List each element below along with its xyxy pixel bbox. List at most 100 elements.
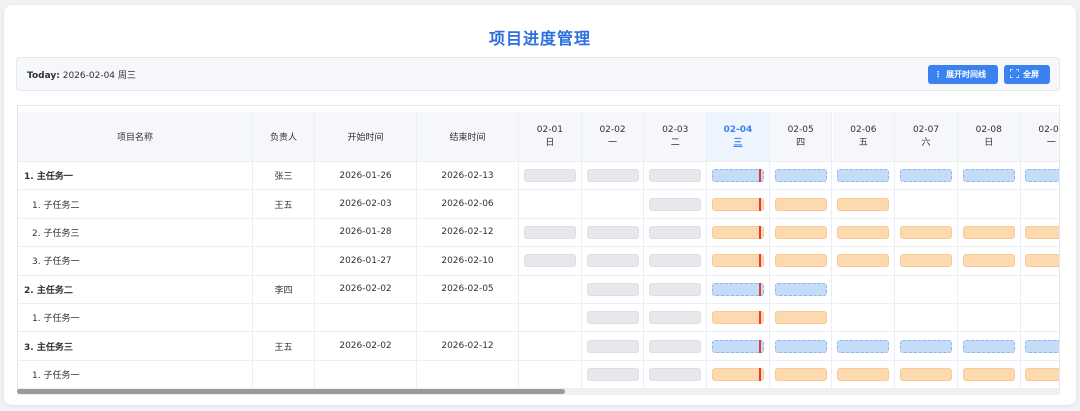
today-label: Today: [27, 71, 60, 81]
table-row[interactable]: 2. 子任务三 2026-01-28 2026-02-12 [18, 218, 1059, 248]
gantt-bar-segment[interactable] [774, 282, 827, 296]
timeline-cell [957, 162, 1021, 191]
gantt-bar-segment[interactable] [1025, 225, 1059, 239]
timeline-cell [895, 218, 958, 248]
column-header-name: 项目名称 [18, 112, 253, 162]
timeline-cell [519, 275, 582, 304]
gantt-bar-segment[interactable] [1025, 339, 1059, 353]
timeline-cell [1020, 332, 1059, 361]
expand-timeline-button[interactable]: ⋮ 展开时间线 [928, 65, 998, 84]
day-date: 02-08 [975, 124, 1002, 135]
gantt-bar-segment[interactable] [649, 225, 702, 239]
gantt-bar-segment[interactable] [774, 311, 827, 325]
task-start: 2026-01-28 [315, 218, 417, 248]
task-owner: 李四 [253, 275, 315, 304]
scrollbar-thumb[interactable] [17, 389, 565, 394]
gantt-bar-segment[interactable] [900, 339, 953, 353]
gantt-bar-segment[interactable] [900, 169, 953, 183]
gantt-bar-segment[interactable] [962, 169, 1015, 183]
day-date: 02-03 [662, 124, 689, 135]
gantt-bar-segment[interactable] [900, 225, 953, 239]
day-date: 02-01 [536, 124, 563, 135]
today-marker [758, 339, 761, 353]
column-header-day: 02-06 五 [832, 112, 896, 162]
gantt-bar-segment[interactable] [711, 339, 764, 353]
gantt-bar-segment[interactable] [711, 225, 764, 239]
column-header-day: 02-01 日 [519, 112, 582, 162]
gantt-bar-segment[interactable] [900, 254, 953, 268]
table-row[interactable]: 3. 主任务三 王五 2026-02-02 2026-02-12 [18, 332, 1059, 361]
gantt-bar-segment[interactable] [837, 169, 890, 183]
task-owner [253, 218, 315, 248]
timeline-cell [769, 247, 833, 276]
day-weekday: 一 [1046, 137, 1056, 148]
gantt-bar-segment[interactable] [586, 254, 639, 268]
gantt-bar-segment[interactable] [711, 197, 764, 211]
gantt-bar-segment[interactable] [523, 225, 576, 239]
gantt-bar-segment[interactable] [837, 197, 890, 211]
gantt-bar-segment[interactable] [837, 254, 890, 268]
gantt-bar-segment[interactable] [649, 339, 702, 353]
gantt-bar-segment[interactable] [1025, 254, 1059, 268]
gantt-bar-segment[interactable] [962, 225, 1015, 239]
gantt-bar-segment[interactable] [711, 282, 764, 296]
gantt-bar-segment[interactable] [649, 367, 702, 381]
timeline-cell [832, 247, 896, 276]
table-row[interactable]: 1. 主任务一 张三 2026-01-26 2026-02-13 [18, 162, 1059, 191]
task-end: 2026-02-12 [417, 332, 519, 361]
fullscreen-button[interactable]: 全屏 [1004, 65, 1050, 84]
gantt-bar-segment[interactable] [837, 225, 890, 239]
gantt-bar-segment[interactable] [837, 367, 890, 381]
gantt-bar-segment[interactable] [774, 169, 827, 183]
gantt-bar-segment[interactable] [649, 254, 702, 268]
table-row[interactable]: 1. 子任务一 [18, 304, 1059, 333]
gantt-bar-segment[interactable] [523, 169, 576, 183]
timeline-cell [832, 162, 896, 191]
gantt-bar-segment[interactable] [1025, 169, 1059, 183]
gantt-bar-segment[interactable] [586, 367, 639, 381]
timeline-cell [581, 190, 645, 219]
column-header-day: 02-02 一 [581, 112, 645, 162]
gantt-bar-segment[interactable] [586, 225, 639, 239]
gantt-bar-segment[interactable] [711, 169, 764, 183]
timeline-cell [644, 162, 708, 191]
gantt-bar-segment[interactable] [711, 367, 764, 381]
gantt-bar-segment[interactable] [962, 367, 1015, 381]
table-row[interactable]: 2. 主任务二 李四 2026-02-02 2026-02-05 [18, 275, 1059, 304]
timeline-cell [1020, 162, 1059, 191]
gantt-bar-segment[interactable] [962, 339, 1015, 353]
task-start: 2026-02-02 [315, 275, 417, 304]
gantt-bar-segment[interactable] [586, 282, 639, 296]
gantt-bar-segment[interactable] [774, 225, 827, 239]
gantt-bar-segment[interactable] [586, 169, 639, 183]
timeline-cell [957, 190, 1021, 219]
gantt-bar-segment[interactable] [774, 339, 827, 353]
gantt-bar-segment[interactable] [962, 254, 1015, 268]
column-header-day: 02-08 日 [957, 112, 1021, 162]
gantt-bar-segment[interactable] [774, 197, 827, 211]
timeline-cell [895, 190, 958, 219]
table-row[interactable]: 3. 子任务一 2026-01-27 2026-02-10 [18, 247, 1059, 276]
gantt-bar-segment[interactable] [523, 254, 576, 268]
gantt-bar-segment[interactable] [711, 311, 764, 325]
gantt-bar-segment[interactable] [774, 367, 827, 381]
day-date: 02-07 [912, 124, 940, 135]
gantt-bar-segment[interactable] [837, 339, 890, 353]
gantt-bar-segment[interactable] [900, 367, 953, 381]
timeline-cell [1020, 247, 1059, 276]
gantt-bar-segment[interactable] [1025, 367, 1059, 381]
gantt-bar-segment[interactable] [649, 197, 702, 211]
table-row[interactable]: 1. 子任务二 王五 2026-02-03 2026-02-06 [18, 190, 1059, 219]
task-owner [253, 360, 315, 390]
gantt-bar-segment[interactable] [586, 339, 639, 353]
table-row[interactable]: 1. 子任务一 [18, 360, 1059, 390]
horizontal-scrollbar[interactable] [17, 389, 1060, 395]
gantt-bar-segment[interactable] [649, 311, 702, 325]
timeline-cell [519, 360, 582, 390]
gantt-bar-segment[interactable] [711, 254, 764, 268]
gantt-bar-segment[interactable] [649, 169, 702, 183]
gantt-bar-segment[interactable] [774, 254, 827, 268]
gantt-bar-segment[interactable] [649, 282, 702, 296]
gantt-bar-segment[interactable] [586, 311, 639, 325]
timeline-cell [769, 360, 833, 390]
